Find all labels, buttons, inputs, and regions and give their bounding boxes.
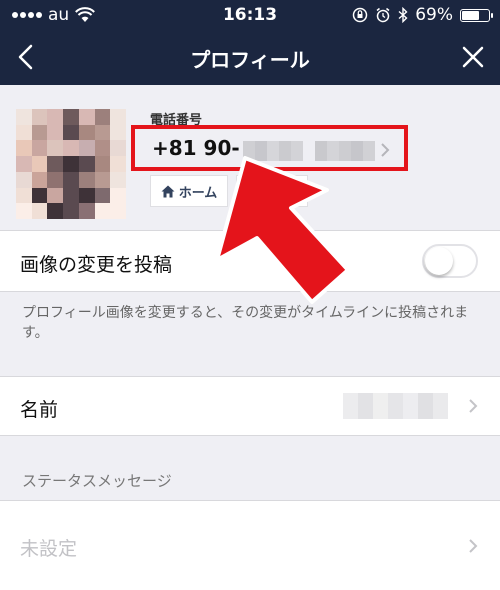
avatar-pixel — [110, 187, 126, 204]
alarm-icon — [376, 7, 390, 23]
avatar-pixel — [31, 124, 48, 141]
avatar-pixel — [31, 203, 48, 219]
avatar-pixel — [78, 109, 95, 125]
annotation-arrow-icon — [215, 156, 350, 304]
avatar-pixel — [110, 124, 126, 141]
avatar-pixel — [47, 171, 64, 188]
avatar-pixel — [16, 187, 32, 204]
post-image-change-label: 画像の変更を投稿 — [20, 254, 173, 276]
avatar-pixel — [16, 124, 32, 141]
home-icon — [161, 185, 175, 197]
avatar-pixel — [16, 203, 32, 219]
home-button-label: ホーム — [178, 185, 218, 201]
avatar-pixel — [47, 140, 64, 157]
chevron-right-icon — [469, 539, 478, 553]
avatar-pixel — [31, 156, 48, 172]
avatar-pixel — [31, 187, 48, 204]
avatar-pixel — [47, 187, 64, 204]
avatar[interactable] — [16, 109, 126, 219]
name-value-mosaic — [343, 393, 448, 419]
avatar-pixel — [31, 109, 48, 125]
orientation-lock-icon — [352, 7, 368, 23]
avatar-pixel — [94, 109, 111, 125]
avatar-pixel — [31, 171, 48, 188]
avatar-pixel — [110, 156, 126, 172]
avatar-pixel — [63, 187, 79, 204]
status-bar: au 16:13 69% — [0, 0, 500, 30]
avatar-pixel — [78, 187, 95, 204]
battery-fill — [462, 10, 479, 20]
avatar-pixel — [47, 124, 64, 141]
avatar-pixel — [63, 203, 79, 219]
avatar-pixel — [78, 203, 95, 219]
avatar-pixel — [47, 203, 64, 219]
battery-icon — [460, 8, 493, 22]
page-title: プロフィール — [190, 48, 310, 72]
avatar-pixel — [110, 203, 126, 219]
avatar-pixel — [94, 124, 111, 141]
name-label: 名前 — [20, 399, 59, 421]
bluetooth-icon — [398, 7, 408, 23]
avatar-pixel — [94, 187, 111, 204]
battery-percent: 69% — [415, 5, 453, 25]
avatar-pixel — [94, 171, 111, 188]
avatar-pixel — [16, 140, 32, 157]
avatar-pixel — [47, 109, 64, 125]
avatar-pixel — [63, 124, 79, 141]
avatar-pixel — [16, 156, 32, 172]
avatar-pixel — [63, 156, 79, 172]
avatar-pixel — [63, 140, 79, 157]
toggle-knob — [425, 247, 453, 275]
avatar-pixel — [110, 171, 126, 188]
avatar-pixel — [63, 109, 79, 125]
avatar-pixel — [94, 156, 111, 172]
avatar-pixel — [110, 140, 126, 157]
avatar-pixel — [94, 140, 111, 157]
avatar-pixel — [63, 171, 79, 188]
avatar-pixel — [31, 140, 48, 157]
status-message-value: 未設定 — [20, 538, 78, 560]
status-message-row[interactable]: 未設定 — [0, 500, 500, 590]
status-message-header: ステータスメッセージ — [22, 472, 172, 490]
avatar-pixel — [78, 124, 95, 141]
avatar-pixel — [78, 156, 95, 172]
status-right: 69% — [352, 5, 493, 25]
name-row[interactable]: 名前 — [0, 376, 500, 436]
avatar-pixel — [16, 171, 32, 188]
avatar-pixel — [16, 109, 32, 125]
close-icon[interactable] — [456, 40, 490, 74]
post-image-change-toggle[interactable] — [422, 244, 478, 278]
avatar-pixel — [94, 203, 111, 219]
chevron-right-icon — [381, 143, 390, 157]
avatar-pixel — [78, 171, 95, 188]
avatar-pixel — [78, 140, 95, 157]
avatar-pixel — [47, 156, 64, 172]
avatar-pixel — [110, 109, 126, 125]
nav-bar: プロフィール — [0, 30, 500, 85]
chevron-right-icon — [469, 399, 478, 413]
